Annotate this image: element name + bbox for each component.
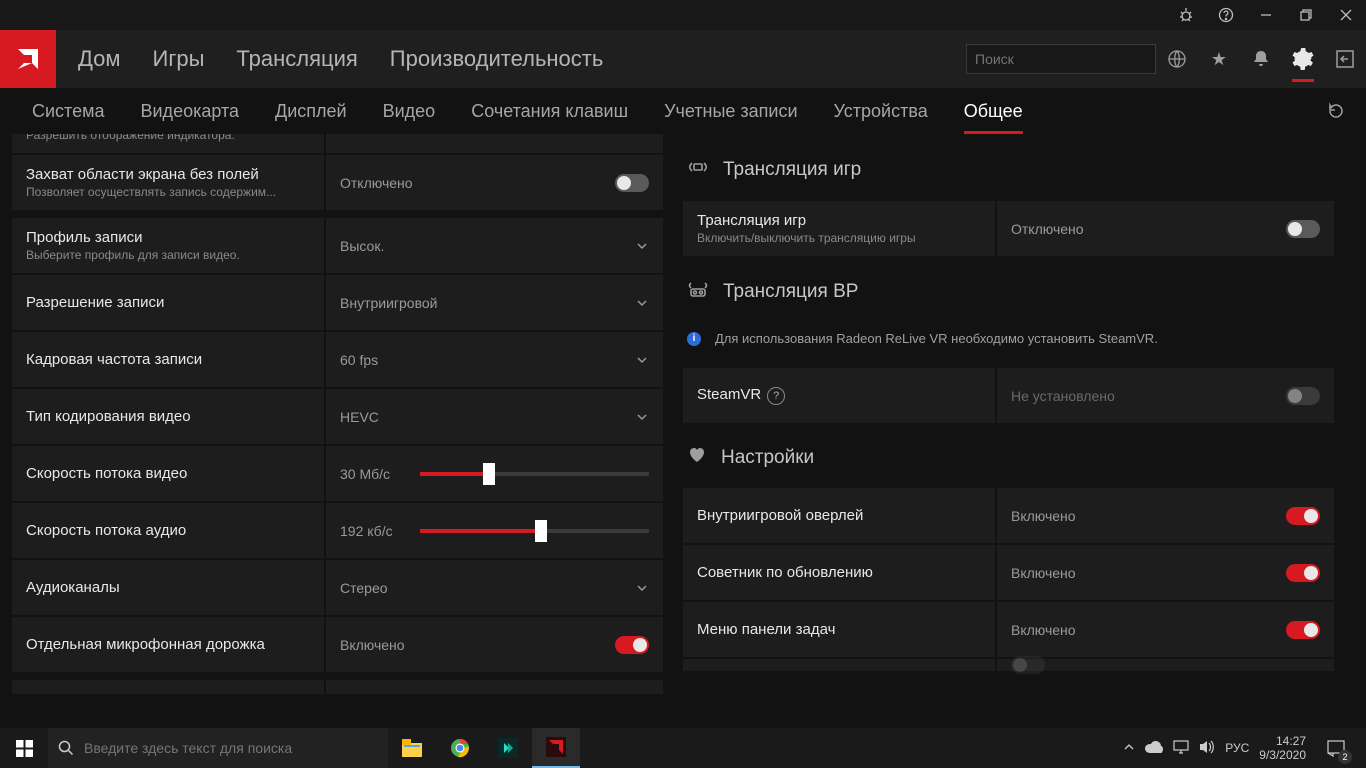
row-audio-channels[interactable]: Аудиоканалы Стерео bbox=[12, 560, 663, 615]
row-capture-borderless[interactable]: Захват области экрана без полейПозволяет… bbox=[12, 155, 663, 210]
video-bitrate-slider[interactable] bbox=[420, 472, 649, 476]
info-icon: i bbox=[687, 332, 701, 346]
row-tray-menu[interactable]: Меню панели задач Включено bbox=[683, 602, 1334, 657]
row-audio-bitrate[interactable]: Скорость потока аудио 192 кб/с bbox=[12, 503, 663, 558]
tab-display[interactable]: Дисплей bbox=[257, 101, 365, 122]
section-vr-streaming: Трансляция ВР bbox=[683, 264, 1334, 315]
content: Разрешить отображение индикатора. Захват… bbox=[0, 134, 1366, 728]
maximize-icon[interactable] bbox=[1286, 0, 1326, 30]
main-nav: Дом Игры Трансляция Производительность ★ bbox=[0, 30, 1366, 88]
row-game-streaming[interactable]: Трансляция игрВключить/выключить трансля… bbox=[683, 201, 1334, 256]
taskbar-app-radeon[interactable] bbox=[532, 728, 580, 768]
toggle[interactable] bbox=[1286, 621, 1320, 639]
start-button[interactable] bbox=[0, 728, 48, 768]
bookmark-icon[interactable]: ★ bbox=[1198, 30, 1240, 88]
toggle[interactable] bbox=[1286, 220, 1320, 238]
section-game-streaming: Трансляция игр bbox=[683, 142, 1334, 193]
reset-icon[interactable] bbox=[1320, 95, 1352, 127]
close-icon[interactable] bbox=[1326, 0, 1366, 30]
section-preferences: Настройки bbox=[683, 431, 1334, 480]
taskbar-search[interactable] bbox=[48, 728, 388, 768]
right-column: Трансляция игр Трансляция игрВключить/вы… bbox=[683, 142, 1354, 728]
taskbar-app-chrome[interactable] bbox=[436, 728, 484, 768]
search-input[interactable] bbox=[975, 51, 1156, 67]
amd-logo[interactable] bbox=[0, 30, 56, 88]
row-record-profile[interactable]: Профиль записиВыберите профиль для запис… bbox=[12, 218, 663, 273]
chevron-down-icon bbox=[635, 581, 649, 595]
chevron-down-icon bbox=[635, 296, 649, 310]
tab-system[interactable]: Система bbox=[14, 101, 123, 122]
row-encoder[interactable]: Тип кодирования видео HEVC bbox=[12, 389, 663, 444]
taskbar-app-filmora[interactable] bbox=[484, 728, 532, 768]
search-icon bbox=[58, 740, 74, 756]
tab-devices[interactable]: Устройства bbox=[816, 101, 946, 122]
tray-volume-icon[interactable] bbox=[1199, 740, 1215, 757]
row-video-bitrate[interactable]: Скорость потока видео 30 Мб/с bbox=[12, 446, 663, 501]
chevron-down-icon bbox=[635, 239, 649, 253]
nav-streaming[interactable]: Трансляция bbox=[236, 46, 357, 72]
tab-gpu[interactable]: Видеокарта bbox=[123, 101, 258, 122]
taskbar-search-input[interactable] bbox=[84, 740, 378, 756]
tray-chevron-up-icon[interactable] bbox=[1123, 741, 1135, 756]
tab-general[interactable]: Общее bbox=[946, 101, 1041, 122]
vr-info: i Для использования Radeon ReLive VR нео… bbox=[683, 323, 1334, 360]
chevron-down-icon bbox=[635, 353, 649, 367]
toggle[interactable] bbox=[615, 174, 649, 192]
toggle[interactable] bbox=[1286, 564, 1320, 582]
settings-icon[interactable] bbox=[1282, 30, 1324, 88]
bell-icon[interactable] bbox=[1240, 30, 1282, 88]
toggle bbox=[1286, 387, 1320, 405]
row-mic-track[interactable]: Отдельная микрофонная дорожка Включено bbox=[12, 617, 663, 672]
row-update-advisor[interactable]: Советник по обновлению Включено bbox=[683, 545, 1334, 600]
tray-network-icon[interactable] bbox=[1173, 740, 1189, 757]
row-overlay[interactable]: Внутриигровой оверлей Включено bbox=[683, 488, 1334, 543]
tab-video[interactable]: Видео bbox=[365, 101, 454, 122]
help-icon[interactable]: ? bbox=[767, 387, 785, 405]
row-steamvr[interactable]: SteamVR? Не установлено bbox=[683, 368, 1334, 423]
vr-icon bbox=[687, 278, 709, 305]
audio-bitrate-slider[interactable] bbox=[420, 529, 649, 533]
tray-language[interactable]: РУС bbox=[1225, 741, 1249, 755]
nav-performance[interactable]: Производительность bbox=[390, 46, 604, 72]
row-peek bbox=[12, 680, 663, 694]
toggle[interactable] bbox=[615, 636, 649, 654]
nav-games[interactable]: Игры bbox=[153, 46, 205, 72]
titlebar bbox=[0, 0, 1366, 30]
row-record-resolution[interactable]: Разрешение записи Внутриигровой bbox=[12, 275, 663, 330]
help-icon[interactable] bbox=[1206, 0, 1246, 30]
windows-taskbar: РУС 14:279/3/2020 2 bbox=[0, 728, 1366, 768]
tab-hotkeys[interactable]: Сочетания клавиш bbox=[453, 101, 646, 122]
row-peek bbox=[683, 659, 1334, 671]
left-column: Разрешить отображение индикатора. Захват… bbox=[12, 142, 663, 728]
search-box[interactable] bbox=[966, 44, 1156, 74]
tray-clock[interactable]: 14:279/3/2020 bbox=[1259, 734, 1306, 762]
bug-icon[interactable] bbox=[1166, 0, 1206, 30]
web-icon[interactable] bbox=[1156, 30, 1198, 88]
chevron-down-icon bbox=[635, 410, 649, 424]
row-record-fps[interactable]: Кадровая частота записи 60 fps bbox=[12, 332, 663, 387]
taskbar-app-explorer[interactable] bbox=[388, 728, 436, 768]
sub-nav: Система Видеокарта Дисплей Видео Сочетан… bbox=[0, 88, 1366, 134]
heart-icon bbox=[687, 445, 707, 470]
nav-home[interactable]: Дом bbox=[78, 46, 121, 72]
row-indicator: Разрешить отображение индикатора. bbox=[12, 134, 663, 153]
exit-icon[interactable] bbox=[1324, 30, 1366, 88]
minimize-icon[interactable] bbox=[1246, 0, 1286, 30]
broadcast-icon bbox=[687, 156, 709, 183]
tab-accounts[interactable]: Учетные записи bbox=[646, 101, 815, 122]
tray-notifications-icon[interactable]: 2 bbox=[1316, 728, 1356, 768]
toggle[interactable] bbox=[1286, 507, 1320, 525]
tray-onedrive-icon[interactable] bbox=[1145, 741, 1163, 756]
label: Захват области экрана без полей bbox=[26, 166, 310, 183]
system-tray: РУС 14:279/3/2020 2 bbox=[1113, 728, 1366, 768]
